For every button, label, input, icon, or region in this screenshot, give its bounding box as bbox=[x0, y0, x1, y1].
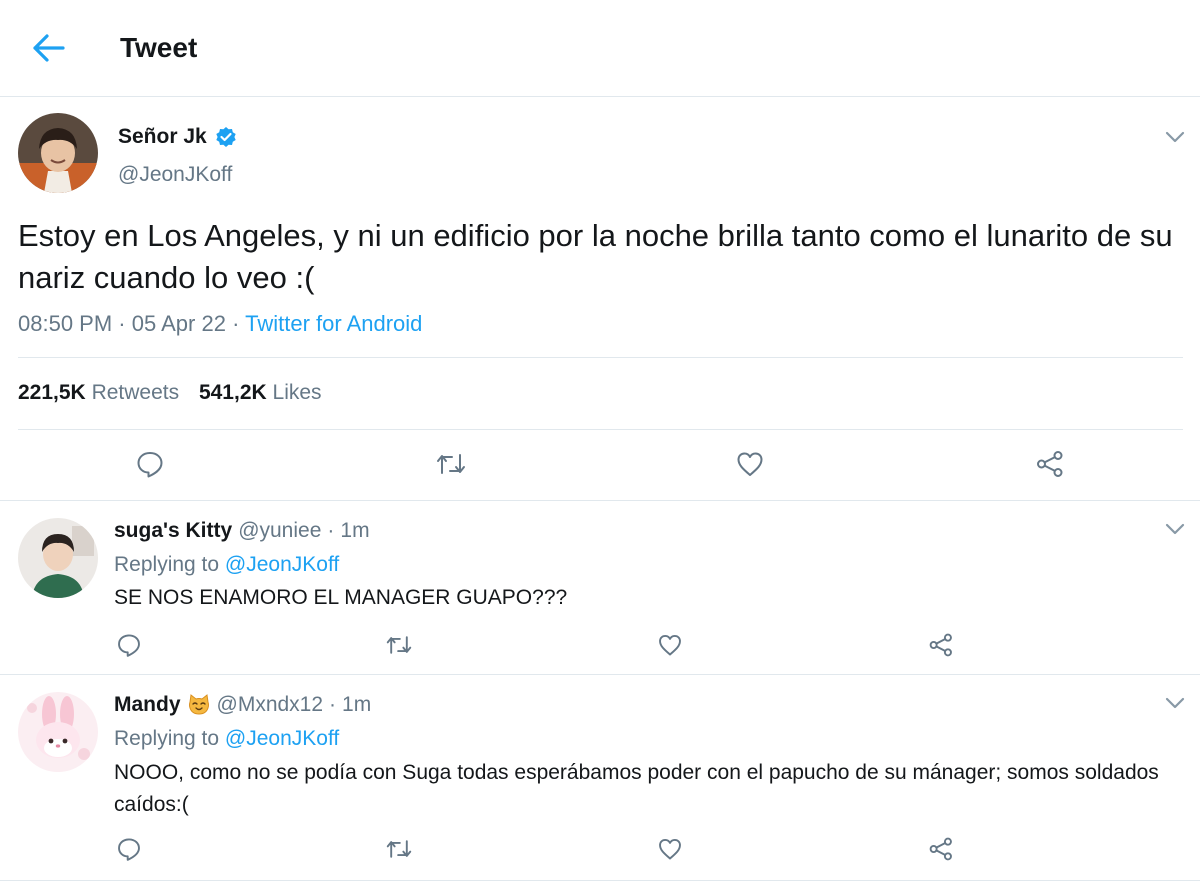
reply-text: NOOO, como no se podía con Suga todas es… bbox=[114, 761, 1159, 816]
divider bbox=[18, 357, 1183, 358]
reply-button[interactable] bbox=[109, 625, 149, 665]
retweet-button[interactable] bbox=[379, 625, 419, 665]
share-button[interactable] bbox=[921, 625, 961, 665]
reply-tweet[interactable]: Mandy @Mxndx12 · 1m Replying to @JeonJKo… bbox=[0, 675, 1200, 881]
top-bar: Tweet bbox=[0, 0, 1200, 97]
retweets-label: Retweets bbox=[91, 381, 180, 404]
chevron-down-icon bbox=[1165, 697, 1185, 709]
back-button[interactable] bbox=[26, 28, 70, 68]
likes-count: 541,2K bbox=[198, 381, 267, 404]
author-row: Señor Jk bbox=[118, 125, 237, 149]
avatar[interactable] bbox=[18, 692, 98, 772]
reply-icon bbox=[137, 452, 163, 478]
reply-author-name[interactable]: Mandy bbox=[114, 693, 181, 717]
reply-author-name[interactable]: suga's Kitty bbox=[114, 519, 232, 543]
tweet-text: Estoy en Los Angeles, y ni un edificio p… bbox=[18, 218, 1173, 295]
tweet-stats: 221,5K Retweets 541,2K Likes bbox=[18, 381, 336, 405]
reply-text: SE NOS ENAMORO EL MANAGER GUAPO??? bbox=[114, 586, 568, 609]
meta-separator: · bbox=[327, 519, 335, 542]
retweet-icon bbox=[386, 840, 412, 858]
back-arrow-icon bbox=[33, 34, 65, 62]
tweet-date: 05 Apr 22 bbox=[131, 311, 226, 336]
avatar[interactable] bbox=[18, 518, 98, 598]
divider bbox=[18, 429, 1183, 430]
reply-tweet[interactable]: suga's Kitty @yuniee · 1m Replying to @J… bbox=[0, 501, 1200, 675]
retweet-icon bbox=[437, 454, 465, 474]
author-name[interactable]: Señor Jk bbox=[118, 125, 207, 149]
reply-author-handle[interactable]: @yuniee bbox=[238, 519, 321, 543]
reply-time: 1m bbox=[342, 693, 372, 716]
share-icon bbox=[1037, 451, 1063, 477]
like-button[interactable] bbox=[650, 829, 690, 869]
like-button[interactable] bbox=[650, 625, 690, 665]
likes-label: Likes bbox=[272, 381, 322, 404]
mention-link[interactable]: @JeonJKoff bbox=[225, 553, 339, 576]
replying-to: Replying to @JeonJKoff bbox=[114, 553, 339, 577]
meta-separator: · bbox=[329, 693, 337, 716]
mention-link[interactable]: @JeonJKoff bbox=[225, 727, 339, 750]
meta-separator: · bbox=[118, 311, 126, 336]
reply-icon bbox=[118, 838, 140, 861]
replying-to: Replying to @JeonJKoff bbox=[114, 727, 339, 751]
reply-header: Mandy @Mxndx12 · 1m bbox=[114, 693, 371, 717]
share-icon bbox=[929, 837, 952, 861]
meta-separator: · bbox=[232, 311, 240, 336]
like-icon bbox=[659, 634, 681, 656]
like-icon bbox=[737, 452, 763, 476]
retweets-count: 221,5K bbox=[18, 381, 86, 404]
tweet-options-button[interactable] bbox=[1163, 125, 1187, 149]
replying-label: Replying to bbox=[114, 553, 220, 576]
retweets-stat[interactable]: 221,5K Retweets bbox=[18, 381, 179, 404]
avatar[interactable] bbox=[18, 113, 98, 193]
retweet-icon bbox=[386, 636, 412, 654]
likes-stat[interactable]: 541,2K Likes bbox=[199, 381, 322, 404]
tweet-source-link[interactable]: Twitter for Android bbox=[245, 311, 422, 336]
reply-button[interactable] bbox=[109, 829, 149, 869]
reply-header: suga's Kitty @yuniee · 1m bbox=[114, 519, 370, 543]
cat-emoji-icon bbox=[188, 694, 209, 715]
reply-button[interactable] bbox=[130, 444, 170, 484]
like-button[interactable] bbox=[730, 444, 770, 484]
tweet-time: 08:50 PM bbox=[18, 311, 113, 336]
share-button[interactable] bbox=[1030, 444, 1070, 484]
page-title: Tweet bbox=[120, 32, 198, 63]
replying-label: Replying to bbox=[114, 727, 220, 750]
share-button[interactable] bbox=[921, 829, 961, 869]
retweet-button[interactable] bbox=[431, 444, 471, 484]
reply-author-handle[interactable]: @Mxndx12 bbox=[217, 693, 324, 717]
share-icon bbox=[929, 633, 952, 657]
chevron-down-icon bbox=[1165, 131, 1185, 143]
retweet-button[interactable] bbox=[379, 829, 419, 869]
verified-badge-icon bbox=[216, 127, 236, 147]
reply-time: 1m bbox=[340, 519, 370, 542]
like-icon bbox=[659, 838, 681, 860]
chevron-down-icon bbox=[1165, 523, 1185, 535]
reply-options-button[interactable] bbox=[1163, 517, 1187, 541]
main-tweet: Señor Jk @JeonJKoff Estoy en Los Angeles… bbox=[0, 97, 1200, 501]
author-handle[interactable]: @JeonJKoff bbox=[118, 163, 232, 187]
reply-options-button[interactable] bbox=[1163, 691, 1187, 715]
tweet-meta: 08:50 PM · 05 Apr 22 · Twitter for Andro… bbox=[18, 311, 422, 337]
reply-icon bbox=[118, 634, 140, 657]
